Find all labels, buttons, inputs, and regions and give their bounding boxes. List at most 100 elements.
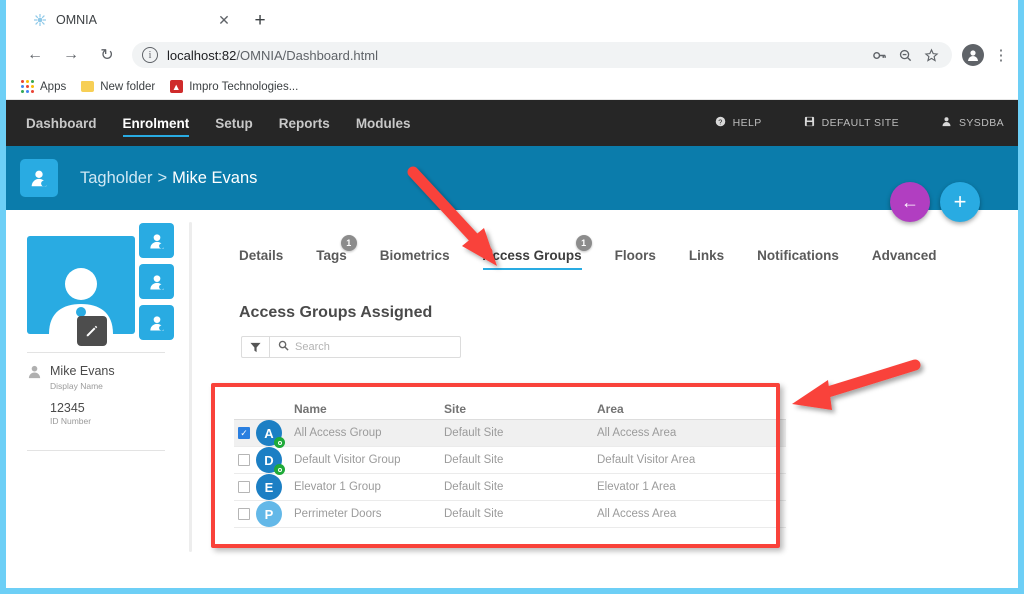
page-title: Access Groups Assigned [239, 304, 433, 321]
person-thumb-3[interactable] [139, 305, 174, 340]
tab-access-groups-label: Access Groups [482, 248, 582, 263]
magnifier-icon [278, 340, 289, 354]
profile-id-number: 12345 [50, 401, 85, 415]
reload-icon[interactable]: ↻ [92, 40, 122, 70]
nav-help[interactable]: ? HELP [715, 116, 762, 130]
os-window: ✕ OMNIA ✕ [0, 0, 1024, 594]
back-fab-button[interactable]: ← [890, 182, 930, 222]
search-bar: Search [241, 336, 461, 358]
tab-access-groups[interactable]: Access Groups 1 [482, 235, 592, 270]
tab-details[interactable]: Details [239, 248, 283, 270]
bookmark-impro-label: Impro Technologies... [189, 80, 299, 93]
tab-floors[interactable]: Floors [615, 248, 656, 270]
address-bar[interactable]: i localhost:82/OMNIA/Dashboard.html [132, 42, 952, 68]
bookmarks-bar: Apps New folder ▲ Impro Technologies... [6, 74, 1018, 100]
impro-icon: ▲ [169, 80, 183, 94]
breadcrumb-root[interactable]: Tagholder [80, 169, 152, 187]
search-input[interactable]: Search [295, 341, 330, 353]
profile-identity: Mike Evans Display Name 12345 ID Number [27, 362, 177, 426]
profile-display-name-row: Mike Evans Display Name [27, 362, 177, 391]
address-path: /OMNIA/Dashboard.html [236, 47, 378, 63]
tab-access-groups-badge: 1 [575, 235, 592, 251]
profile-display-name: Mike Evans [50, 364, 115, 378]
key-icon[interactable] [868, 44, 890, 66]
toolbar-right: ⋮ [962, 44, 1010, 66]
star-icon[interactable] [920, 44, 942, 66]
profile-id-number-row: 12345 ID Number [50, 401, 177, 426]
tab-close-icon[interactable]: ✕ [216, 12, 232, 28]
help-circle-icon: ? [715, 116, 726, 130]
tab-notifications[interactable]: Notifications [757, 248, 839, 270]
apps-grid-icon [20, 80, 34, 94]
profile-id-number-label: ID Number [50, 416, 92, 426]
nav-item-dashboard[interactable]: Dashboard [26, 100, 97, 146]
breadcrumb: Tagholder > Mike Evans [80, 169, 257, 188]
page-subheader: Tagholder > Mike Evans [6, 146, 1018, 210]
browser-tab-title: OMNIA [56, 13, 97, 27]
bookmark-new-folder-label: New folder [100, 80, 156, 93]
tab-tags[interactable]: Tags 1 [316, 235, 357, 270]
profile-sidebar: Mike Evans Display Name 12345 ID Number [6, 210, 189, 578]
browser-toolbar: ← → ↻ i localhost:82/OMNIA/Dashboard.htm… [6, 36, 1018, 74]
bookmark-apps[interactable]: Apps [20, 80, 66, 94]
tab-notifications-label: Notifications [757, 248, 839, 263]
person-thumb-2[interactable] [139, 264, 174, 299]
user-icon [941, 116, 952, 130]
tab-biometrics-label: Biometrics [379, 248, 450, 263]
breadcrumb-separator: > [157, 168, 168, 187]
tab-details-label: Details [239, 248, 284, 263]
nav-help-label: HELP [732, 117, 762, 129]
add-fab-button[interactable]: + [940, 182, 980, 222]
nav-item-setup[interactable]: Setup [215, 100, 253, 146]
profile-avatar-icon[interactable] [962, 44, 984, 66]
nav-default-site[interactable]: DEFAULT SITE [804, 116, 899, 130]
sidebar-content-divider [189, 222, 192, 552]
browser-tabstrip: OMNIA ✕ + [6, 0, 1018, 36]
tab-links[interactable]: Links [689, 248, 724, 270]
red-highlight-box [211, 383, 780, 548]
user-icon [27, 364, 43, 384]
address-bar-url: localhost:82/OMNIA/Dashboard.html [167, 48, 378, 63]
edit-photo-button[interactable] [77, 316, 107, 346]
sidebar-divider-bottom [27, 450, 165, 451]
omnibox-actions [864, 44, 942, 66]
sidebar-divider-top [27, 352, 165, 353]
browser-menu-icon[interactable]: ⋮ [992, 46, 1010, 64]
back-icon[interactable]: ← [20, 40, 50, 70]
profile-display-name-label: Display Name [50, 381, 103, 391]
filter-button[interactable] [242, 337, 270, 357]
forward-icon[interactable]: → [56, 40, 86, 70]
bookmark-new-folder[interactable]: New folder [80, 80, 155, 94]
save-disk-icon [804, 116, 815, 130]
entity-tabs: Details Tags 1 Biometrics Access Groups … [239, 235, 969, 270]
profile-display-name-group: Mike Evans Display Name [50, 362, 115, 391]
tab-advanced[interactable]: Advanced [872, 248, 937, 270]
omnia-favicon-icon [32, 12, 48, 28]
nav-sysdba[interactable]: SYSDBA [941, 116, 1004, 130]
tab-advanced-label: Advanced [871, 248, 937, 263]
zoom-out-icon[interactable] [894, 44, 916, 66]
tab-floors-label: Floors [614, 248, 656, 263]
nav-item-enrolment[interactable]: Enrolment [122, 100, 189, 146]
nav-sysdba-label: SYSDBA [959, 117, 1004, 129]
address-host: localhost:82 [167, 47, 237, 63]
nav-item-modules[interactable]: Modules [356, 100, 411, 146]
funnel-icon [250, 342, 261, 352]
browser-tab-omnia[interactable]: OMNIA ✕ [24, 4, 240, 36]
tab-biometrics[interactable]: Biometrics [380, 248, 450, 270]
bookmark-impro[interactable]: ▲ Impro Technologies... [169, 80, 298, 94]
svg-text:?: ? [718, 117, 722, 126]
person-badge-icon [20, 159, 58, 197]
app-nav-right: ? HELP DEFAULT SITE SYSDBA [673, 116, 1004, 130]
tab-links-label: Links [688, 248, 725, 263]
folder-icon [80, 80, 94, 94]
bookmark-apps-label: Apps [40, 80, 67, 93]
nav-item-reports[interactable]: Reports [279, 100, 330, 146]
floating-action-buttons: ← + [890, 182, 980, 222]
breadcrumb-current: Mike Evans [172, 168, 258, 187]
person-thumb-1[interactable] [139, 223, 174, 258]
new-tab-button[interactable]: + [249, 9, 271, 31]
tab-tags-label: Tags [316, 248, 347, 263]
app-top-navigation: Dashboard Enrolment Setup Reports Module… [6, 100, 1018, 146]
site-info-icon[interactable]: i [142, 47, 158, 63]
